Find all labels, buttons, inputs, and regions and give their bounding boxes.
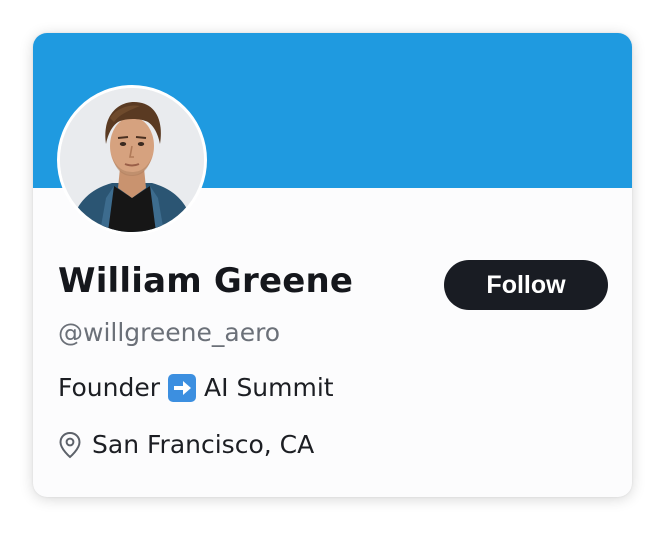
bio-prefix: Founder bbox=[58, 373, 161, 402]
profile-name: William Greene bbox=[58, 261, 354, 301]
profile-handle[interactable]: @willgreene_aero bbox=[58, 318, 280, 347]
profile-bio: Founder AI Summit bbox=[58, 373, 334, 402]
profile-card: William Greene Follow @willgreene_aero F… bbox=[33, 33, 632, 497]
follow-button[interactable]: Follow bbox=[444, 260, 608, 310]
right-arrow-emoji-icon bbox=[168, 373, 197, 402]
avatar-photo-icon bbox=[60, 88, 204, 232]
bio-suffix: AI Summit bbox=[204, 373, 334, 402]
profile-location: San Francisco, CA bbox=[58, 430, 314, 459]
avatar[interactable] bbox=[57, 85, 207, 235]
location-text: San Francisco, CA bbox=[92, 430, 315, 459]
location-pin-icon bbox=[58, 431, 82, 459]
